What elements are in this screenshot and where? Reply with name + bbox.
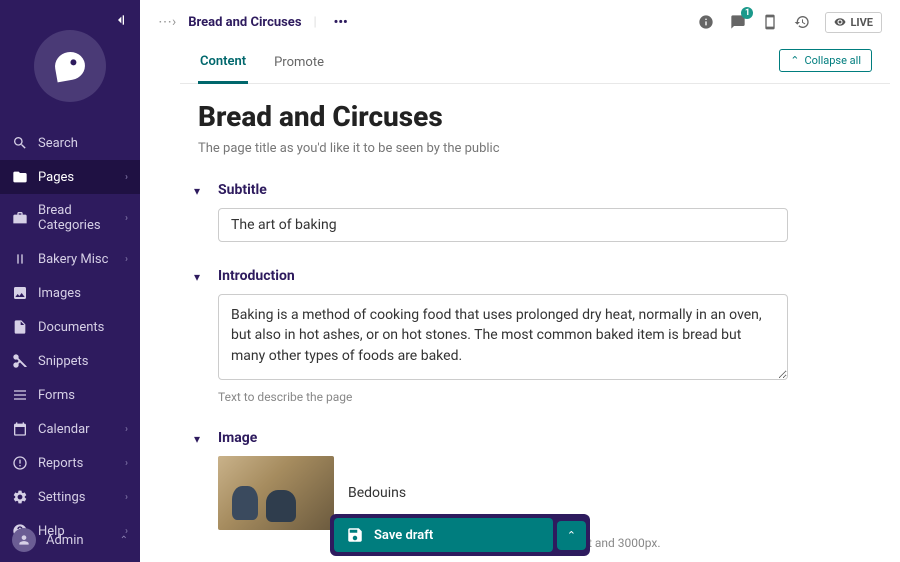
breadcrumb-title[interactable]: Bread and Circuses (188, 15, 301, 30)
info-icon[interactable] (697, 13, 715, 31)
field-subtitle: ▾ Subtitle (198, 182, 860, 242)
page-title[interactable]: Bread and Circuses (198, 100, 860, 133)
chevron-right-icon: › (125, 172, 128, 183)
categories-icon (12, 210, 28, 226)
nav-label: Bread Categories (38, 203, 125, 233)
admin-label: Admin (46, 533, 120, 548)
top-bar: ⋯› Bread and Circuses | ••• 1 LIVE (140, 0, 900, 44)
nav-label: Forms (38, 388, 128, 403)
sidebar-item-settings[interactable]: Settings › (0, 480, 140, 514)
main: ⋯› Bread and Circuses | ••• 1 LIVE Conte… (140, 0, 900, 562)
reports-icon (12, 455, 28, 471)
field-label: Subtitle (218, 182, 267, 198)
chevron-down-icon[interactable]: ▾ (194, 432, 200, 446)
field-help-text: Text to describe the page (218, 390, 860, 404)
nav-label: Search (38, 136, 128, 151)
chevron-right-icon: › (125, 458, 128, 469)
chevron-right-icon: › (125, 254, 128, 265)
settings-icon (12, 489, 28, 505)
nav-label: Snippets (38, 354, 128, 369)
chevron-down-icon[interactable]: ▾ (194, 270, 200, 284)
sidebar-item-calendar[interactable]: Calendar › (0, 412, 140, 446)
save-draft-button[interactable]: Save draft (334, 518, 553, 552)
search-icon (12, 135, 28, 151)
admin-menu[interactable]: Admin ⌃ (0, 518, 140, 562)
sidebar-collapse-button[interactable] (112, 12, 128, 32)
sidebar-item-search[interactable]: Search (0, 126, 140, 160)
sidebar-item-snippets[interactable]: Snippets (0, 344, 140, 378)
content-area: Bread and Circuses The page title as you… (140, 84, 900, 562)
chevron-down-icon[interactable]: ▾ (194, 184, 200, 198)
live-button[interactable]: LIVE (825, 12, 882, 33)
forms-icon (12, 387, 28, 403)
sidebar: Search Pages › Bread Categories › Bakery… (0, 0, 140, 562)
nav-label: Documents (38, 320, 128, 335)
image-help-fragment: t and 3000px. (588, 536, 661, 550)
nav-label: Reports (38, 456, 125, 471)
notification-badge: 1 (741, 7, 753, 19)
collapse-icon: ⌃ (790, 54, 799, 67)
misc-icon (12, 251, 28, 267)
page-actions-menu[interactable]: ••• (329, 10, 353, 34)
sidebar-item-forms[interactable]: Forms (0, 378, 140, 412)
avatar (12, 528, 36, 552)
images-icon (12, 285, 28, 301)
pages-icon (12, 169, 28, 185)
comments-icon[interactable]: 1 (729, 13, 747, 31)
sidebar-item-images[interactable]: Images (0, 276, 140, 310)
nav-label: Settings (38, 490, 125, 505)
sidebar-item-bread-categories[interactable]: Bread Categories › (0, 194, 140, 242)
tab-content[interactable]: Content (198, 44, 248, 84)
history-icon[interactable] (793, 13, 811, 31)
preview-icon[interactable] (761, 13, 779, 31)
calendar-icon (12, 421, 28, 437)
nav-label: Images (38, 286, 128, 301)
sidebar-item-pages[interactable]: Pages › (0, 160, 140, 194)
field-label: Image (218, 430, 257, 446)
sidebar-item-bakery-misc[interactable]: Bakery Misc › (0, 242, 140, 276)
sidebar-item-reports[interactable]: Reports › (0, 446, 140, 480)
field-introduction: ▾ Introduction Baking is a method of coo… (198, 268, 860, 404)
collapse-all-button[interactable]: ⌃Collapse all (779, 49, 872, 72)
save-bar: Save draft ⌃ (330, 514, 590, 556)
chevron-up-icon: ⌃ (120, 535, 128, 546)
sidebar-item-documents[interactable]: Documents (0, 310, 140, 344)
chevron-right-icon: › (125, 213, 128, 224)
save-options-dropdown[interactable]: ⌃ (557, 521, 586, 550)
tab-promote[interactable]: Promote (272, 45, 326, 82)
title-help-text: The page title as you'd like it to be se… (198, 141, 860, 156)
snippets-icon (12, 353, 28, 369)
field-label: Introduction (218, 268, 295, 284)
image-thumbnail[interactable] (218, 456, 334, 530)
introduction-textarea[interactable]: Baking is a method of cooking food that … (218, 294, 788, 380)
image-name: Bedouins (348, 485, 406, 501)
subtitle-input[interactable] (218, 208, 788, 242)
breadcrumb-root-icon[interactable]: ⋯› (158, 14, 176, 30)
documents-icon (12, 319, 28, 335)
tabs: Content Promote ⌃Collapse all (180, 44, 890, 84)
chevron-right-icon: › (125, 492, 128, 503)
nav-label: Bakery Misc (38, 252, 125, 267)
nav-label: Pages (38, 170, 125, 185)
nav-label: Calendar (38, 422, 125, 437)
chevron-right-icon: › (125, 424, 128, 435)
